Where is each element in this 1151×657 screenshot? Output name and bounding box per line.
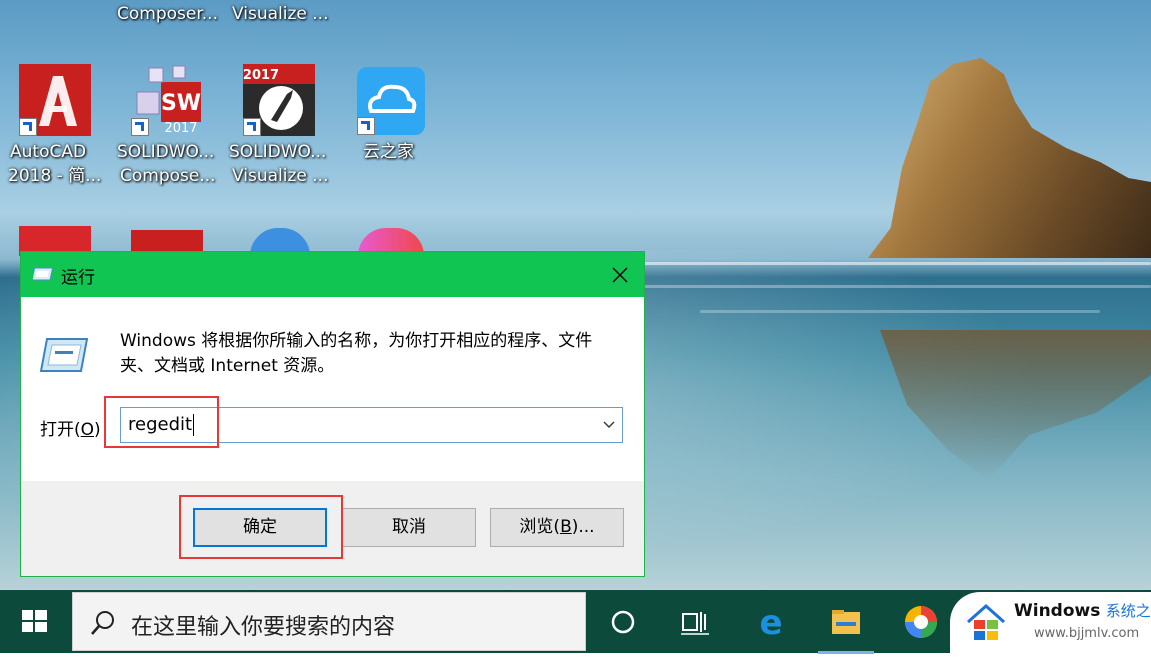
desktop-icon-label[interactable]: 2018 - 简... <box>8 164 101 188</box>
dialog-description: Windows 将根据你所输入的名称，为你打开相应的程序、文件夹、文档或 Int… <box>120 331 593 376</box>
cortana-icon[interactable] <box>599 598 647 646</box>
brand-url: www.bjjmlv.com <box>1034 626 1140 641</box>
run-program-icon <box>39 338 89 372</box>
highlight-input-box <box>104 396 219 448</box>
browse-button[interactable]: 浏览(B)... <box>490 508 624 547</box>
desktop-icon-label[interactable]: Composer... <box>117 2 218 26</box>
shortcut-arrow-icon <box>243 118 261 136</box>
run-icon <box>33 267 54 281</box>
windows-logo-icon <box>22 610 47 632</box>
rock-formation <box>868 58 1151 258</box>
brand-name: Windows <box>1014 601 1101 621</box>
desktop-icon-label[interactable]: SOLIDWO... <box>117 140 214 164</box>
start-button[interactable] <box>0 590 70 653</box>
colorful-app-icon[interactable] <box>897 598 945 646</box>
dialog-title: 运行 <box>61 268 95 288</box>
desktop-icon-label[interactable]: 云之家 <box>363 140 414 164</box>
chevron-down-icon[interactable] <box>602 419 616 431</box>
desktop-icon-label[interactable]: SOLIDWO... <box>229 140 326 164</box>
close-button[interactable] <box>601 260 639 290</box>
windows-house-logo-icon <box>967 603 1005 640</box>
brand-suffix: 系统之家 <box>1105 602 1151 620</box>
edge-icon[interactable]: e <box>747 598 795 646</box>
search-icon <box>91 611 114 635</box>
shortcut-arrow-icon <box>131 118 149 136</box>
desktop-icon-label[interactable]: AutoCAD <box>10 140 86 164</box>
dialog-content: Windows 将根据你所输入的名称，为你打开相应的程序、文件夹、文档或 Int… <box>21 297 644 481</box>
close-icon <box>612 267 628 283</box>
svg-text:SW: SW <box>161 91 201 116</box>
svg-text:e: e <box>759 603 782 643</box>
shortcut-arrow-icon <box>357 117 375 135</box>
cancel-button[interactable]: 取消 <box>342 508 476 547</box>
desktop-icon-label[interactable]: Visualize ... <box>232 2 328 26</box>
watermark-brand: Windows 系统之家 www.bjjmlv.com <box>950 592 1151 653</box>
highlight-ok-box <box>179 495 343 559</box>
autocad-icon[interactable] <box>19 64 91 136</box>
solidworks-visualize-icon[interactable]: 2017 <box>243 64 315 136</box>
file-explorer-icon[interactable] <box>818 598 874 654</box>
shortcut-arrow-icon <box>19 118 37 136</box>
svg-text:2017: 2017 <box>243 68 279 83</box>
search-placeholder: 在这里输入你要搜索的内容 <box>131 615 396 640</box>
taskbar-search-box[interactable]: 在这里输入你要搜索的内容 <box>72 592 586 651</box>
yunzhijia-icon[interactable] <box>357 67 425 135</box>
task-view-icon[interactable] <box>671 598 719 646</box>
desktop-icon-label[interactable]: Visualize ... <box>232 164 328 188</box>
open-label: 打开(O) <box>40 420 101 440</box>
dialog-titlebar[interactable]: 运行 <box>21 252 644 297</box>
svg-text:2017: 2017 <box>164 121 197 136</box>
desktop-icon-label[interactable]: Compose... <box>120 164 216 188</box>
solidworks-composer-icon[interactable]: SW 2017 <box>131 64 203 136</box>
